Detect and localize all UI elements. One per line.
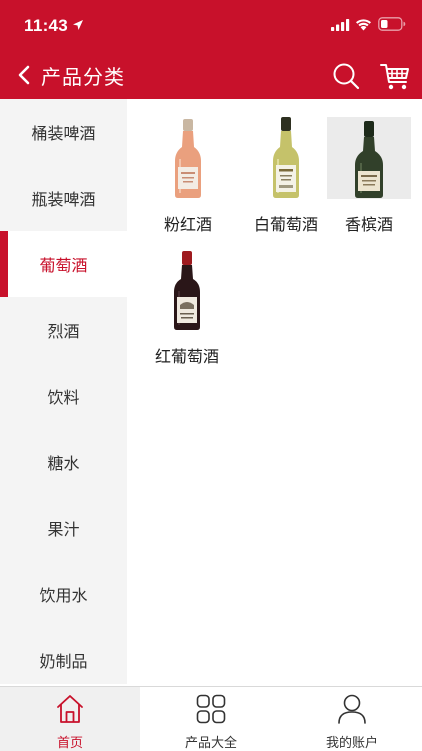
sidebar-item-juice[interactable]: 果汁	[0, 495, 127, 561]
location-arrow-icon	[73, 20, 83, 30]
sidebar-item-label: 瓶装啤酒	[31, 190, 96, 209]
product-white-wine[interactable]: 白葡萄酒	[237, 115, 335, 241]
champagne-bottle-icon	[327, 117, 411, 199]
grid-icon	[196, 694, 226, 724]
home-icon	[57, 695, 83, 723]
product-champagne[interactable]: 香槟酒	[327, 115, 411, 241]
category-sidebar: 桶装啤酒 瓶装啤酒 葡萄酒 烈酒 饮料 糖水 果汁 饮用水 奶制品	[0, 99, 127, 684]
search-icon[interactable]	[331, 61, 361, 91]
sidebar-item-keg-beer[interactable]: 桶装啤酒	[0, 99, 127, 165]
cellular-signal-icon	[331, 19, 350, 31]
sidebar-item-label: 果汁	[47, 520, 80, 539]
page-title: 产品分类	[41, 65, 125, 89]
tab-home[interactable]: 首页	[0, 687, 140, 751]
cart-icon[interactable]	[379, 60, 411, 92]
tab-bar: 首页 产品大全 我的账户	[0, 686, 422, 751]
tab-products[interactable]: 产品大全	[141, 687, 281, 751]
status-time: 11:43	[24, 16, 69, 35]
sidebar-item-label: 奶制品	[39, 652, 88, 671]
sidebar-item-bottled-beer[interactable]: 瓶装啤酒	[0, 165, 127, 231]
rose-wine-bottle-icon	[175, 119, 201, 198]
tab-label: 产品大全	[184, 736, 237, 751]
status-bar: 11:43	[0, 0, 422, 52]
sidebar-item-label: 饮用水	[39, 586, 88, 605]
sidebar-item-label: 饮料	[47, 388, 80, 407]
tab-label: 首页	[56, 736, 83, 751]
product-grid: 粉红酒 白葡萄酒 香槟酒 红葡萄酒	[127, 99, 422, 684]
tab-account[interactable]: 我的账户	[282, 687, 422, 751]
sidebar-item-label: 葡萄酒	[39, 256, 88, 275]
sidebar-item-wine[interactable]: 葡萄酒	[0, 231, 127, 297]
product-name: 粉红酒	[163, 215, 212, 234]
wifi-icon	[356, 19, 371, 31]
back-chevron-icon[interactable]	[12, 62, 38, 88]
sidebar-item-label: 烈酒	[47, 322, 80, 341]
white-wine-bottle-icon	[273, 117, 299, 198]
product-red-wine[interactable]: 红葡萄酒	[137, 247, 237, 373]
nav-bar: 产品分类	[0, 52, 422, 99]
tab-label: 我的账户	[325, 736, 378, 751]
sidebar-item-dairy[interactable]: 奶制品	[0, 627, 127, 693]
user-icon	[338, 694, 366, 724]
product-rose-wine[interactable]: 粉红酒	[139, 115, 237, 241]
sidebar-item-syrup[interactable]: 糖水	[0, 429, 127, 495]
red-wine-bottle-icon	[174, 251, 200, 330]
product-name: 红葡萄酒	[154, 347, 219, 366]
sidebar-item-label: 糖水	[47, 454, 80, 473]
product-name: 白葡萄酒	[253, 215, 318, 234]
sidebar-item-water[interactable]: 饮用水	[0, 561, 127, 627]
product-name: 香槟酒	[344, 215, 393, 234]
sidebar-item-label: 桶装啤酒	[31, 124, 96, 143]
header: 11:43 产品分类	[0, 0, 422, 99]
sidebar-item-spirits[interactable]: 烈酒	[0, 297, 127, 363]
battery-icon	[378, 17, 406, 31]
sidebar-item-drinks[interactable]: 饮料	[0, 363, 127, 429]
